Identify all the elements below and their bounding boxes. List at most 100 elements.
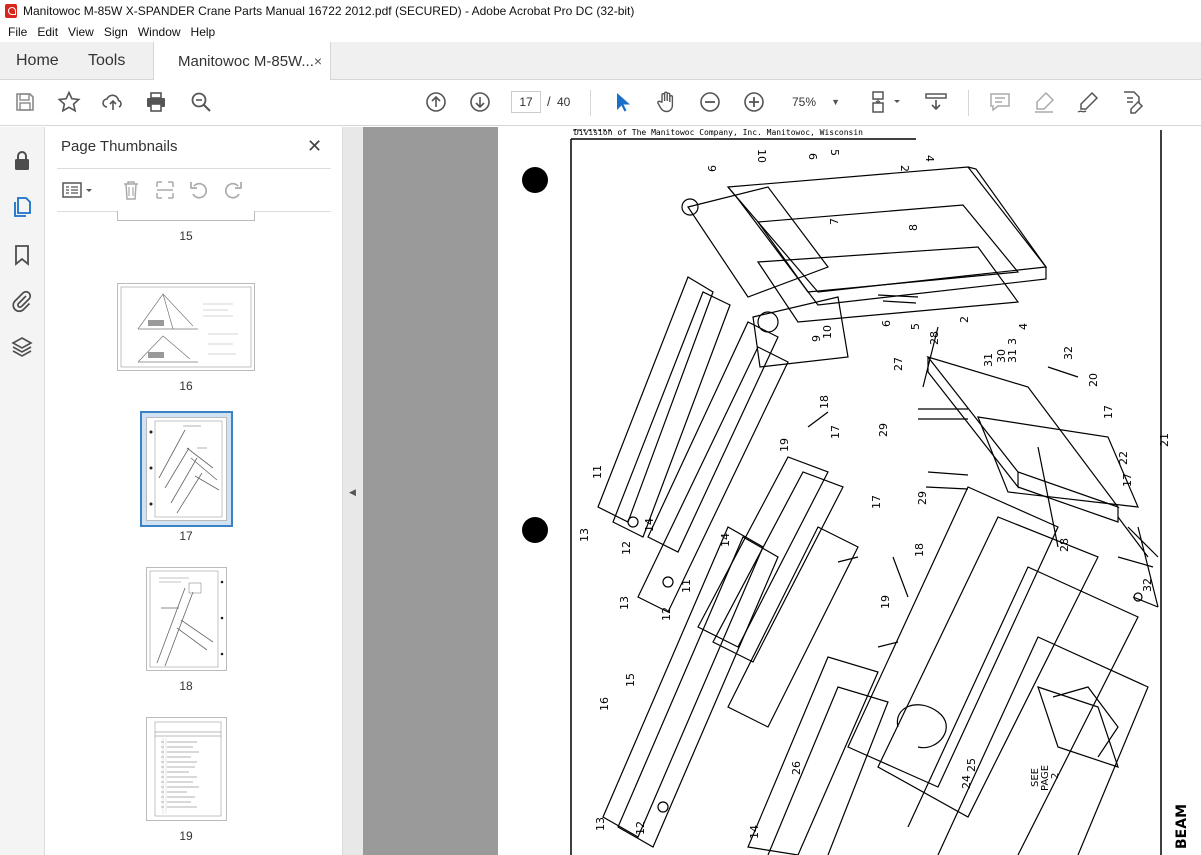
callout: 5: [909, 323, 922, 330]
callout: 15: [624, 673, 637, 687]
page-thumbnail[interactable]: [146, 717, 227, 821]
callout: 27: [892, 357, 905, 371]
callout: 13: [578, 528, 591, 542]
toolbar-divider: [968, 90, 969, 116]
fill-sign-icon[interactable]: [1120, 90, 1144, 114]
print-icon[interactable]: [144, 90, 168, 114]
zoom-in-icon[interactable]: [742, 90, 766, 114]
window-title: Manitowoc M-85W X-SPANDER Crane Parts Ma…: [23, 4, 635, 18]
tab-document[interactable]: Manitowoc M-85W... ×: [153, 42, 331, 81]
callout: 3: [1006, 338, 1019, 345]
callout: 9: [810, 335, 823, 342]
panel-title: Page Thumbnails: [61, 138, 178, 155]
callout: 2: [958, 316, 971, 323]
callout: 6: [880, 320, 893, 327]
callout: 4: [1017, 323, 1030, 330]
acrobat-app-icon: [5, 4, 17, 18]
callout: 22: [1117, 451, 1130, 465]
selected-thumbnail-frame[interactable]: [140, 411, 233, 527]
tab-document-label: Manitowoc M-85W...: [178, 53, 314, 70]
rotate-clockwise-icon[interactable]: [222, 179, 244, 201]
thumbnail-options-icon[interactable]: [61, 179, 95, 201]
callout: 12: [620, 541, 633, 555]
thumbnail-label: 19: [179, 829, 193, 843]
hand-icon[interactable]: [654, 90, 678, 114]
thumbnail-list: 15 16 17 18 19: [45, 211, 333, 855]
callout: 11: [680, 579, 693, 593]
page-thumbnail[interactable]: [146, 567, 227, 671]
delete-page-icon[interactable]: [120, 179, 142, 201]
sign-icon[interactable]: [1076, 90, 1100, 114]
menu-bar: File Edit View Sign Window Help: [0, 22, 1201, 42]
callout: 2: [898, 165, 911, 172]
highlight-icon[interactable]: [1032, 90, 1056, 114]
menu-view[interactable]: View: [63, 25, 99, 39]
lock-icon[interactable]: [10, 149, 34, 173]
panel-splitter[interactable]: ◀: [343, 127, 363, 855]
menu-sign[interactable]: Sign: [99, 25, 133, 39]
attachment-icon[interactable]: [10, 289, 34, 313]
bookmark-star-icon[interactable]: [57, 90, 81, 114]
close-icon[interactable]: ✕: [307, 136, 322, 157]
callout: 17: [1102, 405, 1115, 419]
zoom-value: 75%: [792, 95, 817, 109]
callout: 7: [828, 218, 841, 225]
zoom-select[interactable]: 75% ▼: [786, 91, 842, 113]
scroll-mode-icon[interactable]: [924, 90, 948, 114]
punch-hole: [522, 167, 548, 193]
callout: 24: [960, 775, 973, 789]
rotate-counterclockwise-icon[interactable]: [188, 179, 210, 201]
callout: 31: [982, 353, 995, 367]
callout: 12: [660, 607, 673, 621]
layers-icon[interactable]: [10, 335, 34, 359]
save-icon[interactable]: [13, 90, 37, 114]
current-page-input[interactable]: 17: [511, 91, 541, 113]
page-thumbnail[interactable]: [146, 417, 227, 521]
extract-page-icon[interactable]: [154, 179, 176, 201]
upload-icon[interactable]: [101, 90, 125, 114]
bookmark-icon[interactable]: [10, 243, 34, 267]
zoom-out-icon[interactable]: [698, 90, 722, 114]
callout: 28: [928, 331, 941, 345]
menu-help[interactable]: Help: [186, 25, 221, 39]
comment-icon[interactable]: [988, 90, 1012, 114]
callout: 19: [879, 595, 892, 609]
callout: 4: [923, 155, 936, 162]
tab-close-icon[interactable]: ×: [314, 53, 322, 69]
toolbar: 17 / 40 75% ▼: [0, 80, 1201, 126]
callout: 26: [790, 761, 803, 775]
callout: 25: [965, 758, 978, 772]
callout: 5: [828, 149, 841, 156]
find-zoom-icon[interactable]: [189, 90, 213, 114]
document-canvas[interactable]: Division of The Manitowoc Company, Inc. …: [363, 127, 1201, 855]
thumbnail-label: 15: [179, 229, 193, 243]
callout: 17: [1121, 473, 1134, 487]
page-up-icon[interactable]: [424, 90, 448, 114]
page-down-icon[interactable]: [468, 90, 492, 114]
select-cursor-icon[interactable]: [610, 90, 634, 114]
callout: 18: [818, 395, 831, 409]
side-label: BEAM: [1174, 804, 1190, 849]
menu-edit[interactable]: Edit: [32, 25, 63, 39]
callout: 14: [643, 518, 656, 532]
menu-file[interactable]: File: [3, 25, 32, 39]
page-thumbnail[interactable]: [117, 211, 255, 221]
thumbnail-label: 17: [179, 529, 193, 543]
page-display-icon[interactable]: [869, 90, 905, 114]
collapse-panel-icon[interactable]: ◀: [349, 487, 356, 498]
callout: 6: [806, 153, 819, 160]
callout: 32: [1141, 578, 1154, 592]
menu-window[interactable]: Window: [133, 25, 186, 39]
callout: 16: [598, 697, 611, 711]
tab-tools[interactable]: Tools: [88, 42, 125, 80]
page-thumbnails-icon[interactable]: [10, 195, 34, 219]
callout: 11: [591, 465, 604, 479]
callout: 32: [1062, 346, 1075, 360]
tab-home[interactable]: Home: [16, 42, 59, 80]
title-bar: Manitowoc M-85W X-SPANDER Crane Parts Ma…: [0, 0, 1201, 22]
callout: 21: [1158, 433, 1171, 447]
callout: 8: [907, 224, 920, 231]
callout: 19: [778, 438, 791, 452]
page-thumbnail[interactable]: [117, 283, 255, 371]
callout: 13: [618, 596, 631, 610]
